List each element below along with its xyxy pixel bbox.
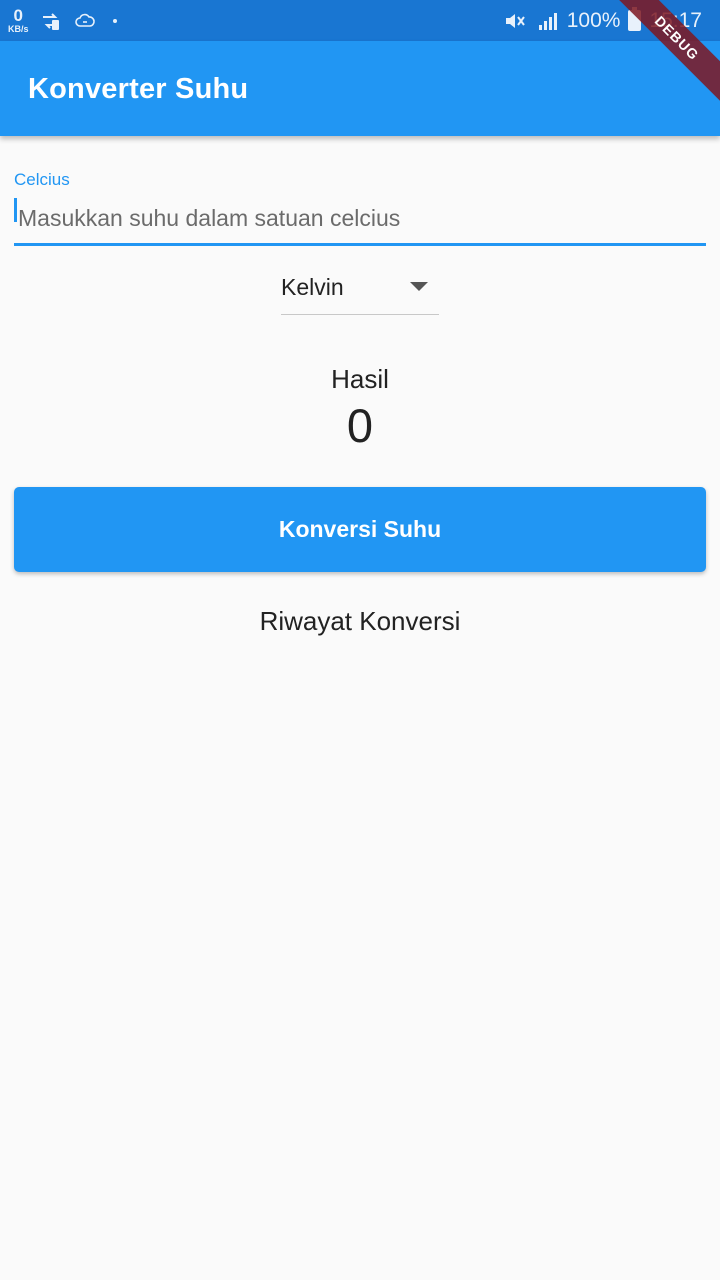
battery-percent: 100% — [566, 8, 621, 32]
notification-dot-icon — [112, 18, 117, 23]
unit-dropdown-value: Kelvin — [281, 274, 344, 300]
mute-icon — [503, 9, 527, 33]
app-bar: Konverter Suhu — [0, 41, 720, 136]
celcius-field-label: Celcius — [14, 170, 70, 189]
celcius-input[interactable] — [14, 192, 706, 244]
convert-button[interactable]: Konversi Suhu — [14, 487, 706, 572]
page-title: Konverter Suhu — [28, 73, 249, 105]
unit-dropdown[interactable]: Kelvin — [281, 262, 439, 315]
cloud-sync-icon — [73, 9, 97, 33]
data-transfer-icon — [39, 9, 63, 33]
network-speed-value: 0 — [13, 6, 23, 25]
text-cursor — [14, 198, 17, 222]
signal-icon — [535, 9, 559, 33]
status-bar-left: 0 KB/s — [8, 0, 117, 41]
celcius-input-underline — [14, 243, 706, 246]
network-speed-indicator: 0 KB/s — [8, 7, 29, 34]
result-label: Hasil — [331, 364, 389, 394]
status-bar: 0 KB/s 100% 15:17 — [0, 0, 720, 41]
result-value: 0 — [346, 399, 374, 452]
arrow-drop-down-icon — [410, 282, 428, 291]
network-speed-unit: KB/s — [8, 24, 29, 34]
conversion-history-title: Riwayat Konversi — [259, 606, 461, 636]
